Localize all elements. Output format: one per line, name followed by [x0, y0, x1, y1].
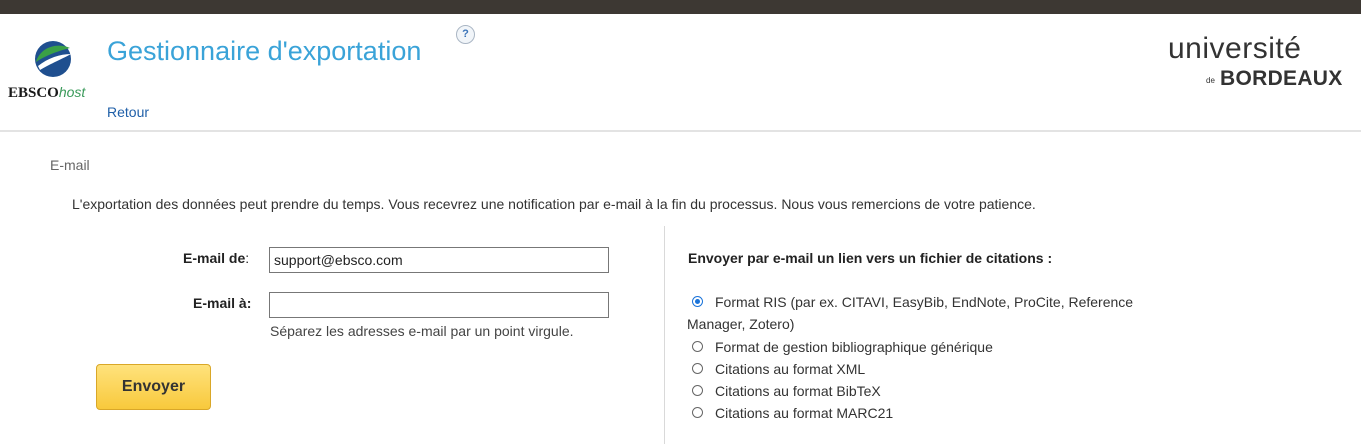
column-divider	[664, 226, 665, 444]
page-title: Gestionnaire d'exportation	[107, 36, 422, 66]
university-de: de	[1206, 76, 1215, 85]
send-button[interactable]: Envoyer	[96, 364, 211, 410]
format-option-label: Citations au format MARC21	[715, 405, 894, 421]
help-icon[interactable]: ?	[456, 25, 475, 44]
email-from-input[interactable]	[269, 247, 609, 273]
export-notice: L'exportation des données peut prendre d…	[72, 196, 1036, 212]
radio-marc21[interactable]	[692, 407, 703, 418]
ebsco-brand-text: EBSCO	[8, 85, 59, 101]
radio-xml[interactable]	[692, 363, 703, 374]
format-option-label: Format RIS (par ex. CITAVI, EasyBib, End…	[715, 294, 1134, 310]
ebsco-logo: EBSCOhost	[8, 40, 100, 110]
email-to-hint: Séparez les adresses e-mail par un point…	[270, 323, 574, 339]
email-from-label-text: E-mail de	[183, 250, 246, 266]
format-option-label: Citations au format XML	[715, 361, 866, 377]
top-bar	[0, 0, 1361, 14]
email-to-label: E-mail à:	[193, 295, 252, 311]
radio-generic[interactable]	[692, 341, 703, 352]
radio-ris[interactable]	[692, 296, 703, 307]
format-option-label: Citations au format BibTeX	[715, 383, 881, 399]
email-to-input[interactable]	[269, 292, 609, 318]
back-link[interactable]: Retour	[107, 104, 149, 120]
email-from-label: E-mail de:	[183, 250, 249, 266]
radio-bibtex[interactable]	[692, 385, 703, 396]
ebsco-host-text: host	[58, 84, 86, 100]
email-from-colon: :	[245, 250, 250, 266]
formats-title: Envoyer par e-mail un lien vers un fichi…	[688, 250, 1053, 266]
format-option-label: Format de gestion bibliographique généri…	[715, 339, 993, 355]
universite-bordeaux-logo: université de BORDEAUX	[1168, 32, 1353, 112]
university-line1: université	[1168, 32, 1302, 65]
university-line2: BORDEAUX	[1220, 67, 1343, 90]
ebsco-globe-icon	[35, 41, 71, 77]
section-label: E-mail	[50, 157, 90, 173]
header: EBSCOhost Gestionnaire d'exportation ? R…	[0, 14, 1361, 132]
format-option-ris-line2: Manager, Zotero)	[687, 316, 795, 332]
ebsco-wordmark: EBSCOhost	[8, 84, 85, 102]
